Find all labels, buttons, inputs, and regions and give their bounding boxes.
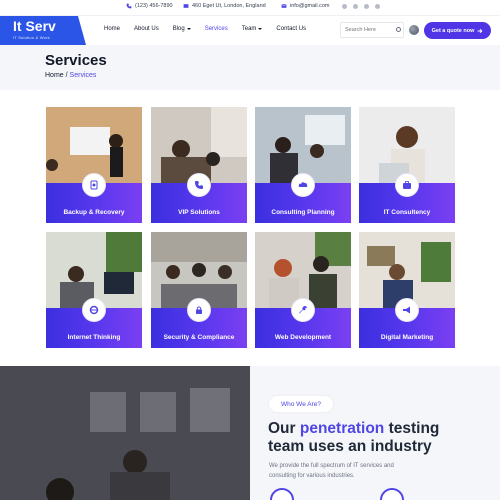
page-title: Services: [45, 52, 107, 69]
about-image: [0, 366, 250, 500]
service-photo: [46, 107, 142, 183]
service-photo: [151, 107, 247, 183]
map-icon: [183, 4, 189, 8]
service-card[interactable]: Digital Marketing: [359, 232, 455, 348]
search-icon[interactable]: [396, 27, 401, 32]
service-label: Internet Thinking: [67, 334, 121, 341]
wrench-icon: [299, 306, 307, 314]
service-card[interactable]: Web Development: [255, 232, 351, 348]
headline-pre: Our: [268, 420, 300, 437]
language-globe-icon[interactable]: [409, 25, 419, 35]
service-photo: [46, 232, 142, 308]
about-headline: Our penetration testing team uses an ind…: [268, 420, 478, 456]
phone-icon: [126, 3, 132, 9]
service-label: Consulting Planning: [271, 209, 335, 216]
logo-subtitle: IT Solution & Work: [13, 35, 50, 40]
get-quote-button[interactable]: Get a quote now: [424, 22, 491, 39]
email-contact[interactable]: info@gmail.com: [281, 3, 330, 9]
card-icon-circle: [291, 298, 315, 322]
service-label: Web Development: [274, 334, 332, 341]
linkedin-icon[interactable]: [364, 4, 369, 9]
breadcrumb: Home / Services: [45, 72, 96, 79]
headline-accent: penetration: [299, 420, 385, 437]
nav-services[interactable]: Services: [205, 26, 228, 32]
get-quote-label: Get a quote now: [431, 27, 475, 34]
card-icon-circle: [82, 173, 106, 197]
service-card[interactable]: Backup & Recovery: [46, 107, 142, 223]
breadcrumb-current: Services: [69, 72, 97, 79]
card-icon-circle: [291, 173, 315, 197]
service-label: VIP Solutions: [178, 209, 220, 216]
globe-icon[interactable]: [375, 4, 380, 9]
service-label: IT Consultency: [383, 209, 431, 216]
logo-title[interactable]: It Serv: [13, 18, 56, 34]
service-photo: [255, 107, 351, 183]
breadcrumb-home[interactable]: Home: [45, 72, 64, 79]
service-card[interactable]: Consulting Planning: [255, 107, 351, 223]
lock-icon: [196, 306, 202, 314]
service-photo: [255, 232, 351, 308]
breadcrumb-separator: /: [65, 72, 68, 79]
nav-contact-label: Contact Us: [276, 26, 307, 32]
briefcase-icon: [403, 181, 411, 189]
search-input[interactable]: [340, 22, 404, 38]
address-contact: 460 Eget Ut, London, England: [183, 3, 266, 9]
nav-about-label: About Us: [134, 26, 159, 32]
internet-explorer-icon: [89, 305, 99, 315]
instagram-icon[interactable]: [353, 4, 358, 9]
about-description: We provide the full spectrum of IT servi…: [269, 463, 394, 479]
chevron-down-icon: [186, 28, 191, 30]
address-text: 460 Eget Ut, London, England: [192, 3, 266, 9]
nav-team[interactable]: Team: [242, 26, 263, 32]
nav-about[interactable]: About Us: [134, 26, 159, 32]
arrow-right-icon: [477, 28, 483, 33]
service-card[interactable]: VIP Solutions: [151, 107, 247, 223]
cloud-icon: [298, 182, 308, 187]
card-icon-circle: [187, 173, 211, 197]
phone-icon: [195, 181, 203, 189]
service-card[interactable]: Security & Compliance: [151, 232, 247, 348]
card-icon-circle: [187, 298, 211, 322]
who-we-are-badge: Who We Are?: [269, 396, 333, 412]
chevron-down-icon: [258, 28, 263, 30]
nav-services-label: Services: [204, 26, 228, 32]
phone-contact[interactable]: (123) 456-7890: [126, 3, 173, 9]
service-photo: [359, 232, 455, 308]
service-photo: [151, 232, 247, 308]
service-label: Backup & Recovery: [63, 209, 125, 216]
envelope-icon: [281, 4, 287, 8]
service-card[interactable]: IT Consultency: [359, 107, 455, 223]
service-card[interactable]: Internet Thinking: [46, 232, 142, 348]
card-icon-circle: [395, 173, 419, 197]
nav-blog[interactable]: Blog: [173, 26, 191, 32]
card-icon-circle: [395, 298, 419, 322]
top-info-bar: (123) 456-7890 460 Eget Ut, London, Engl…: [0, 0, 500, 16]
phone-text: (123) 456-7890: [135, 3, 173, 9]
card-icon-circle: [82, 298, 106, 322]
service-photo: [359, 107, 455, 183]
email-text: info@gmail.com: [290, 3, 330, 9]
service-label: Digital Marketing: [380, 334, 434, 341]
nav-team-label: Team: [241, 26, 257, 32]
facebook-icon[interactable]: [342, 4, 347, 9]
nav-contact[interactable]: Contact Us: [276, 26, 306, 32]
main-nav: Home About Us Blog Services Team Contact…: [104, 26, 320, 32]
backup-icon: [90, 180, 98, 190]
about-photo: [0, 366, 250, 500]
nav-home[interactable]: Home: [104, 26, 120, 32]
nav-blog-label: Blog: [172, 26, 185, 32]
service-label: Security & Compliance: [163, 334, 235, 341]
megaphone-icon: [403, 306, 410, 314]
nav-home-label: Home: [104, 26, 121, 32]
social-links: [342, 4, 380, 9]
